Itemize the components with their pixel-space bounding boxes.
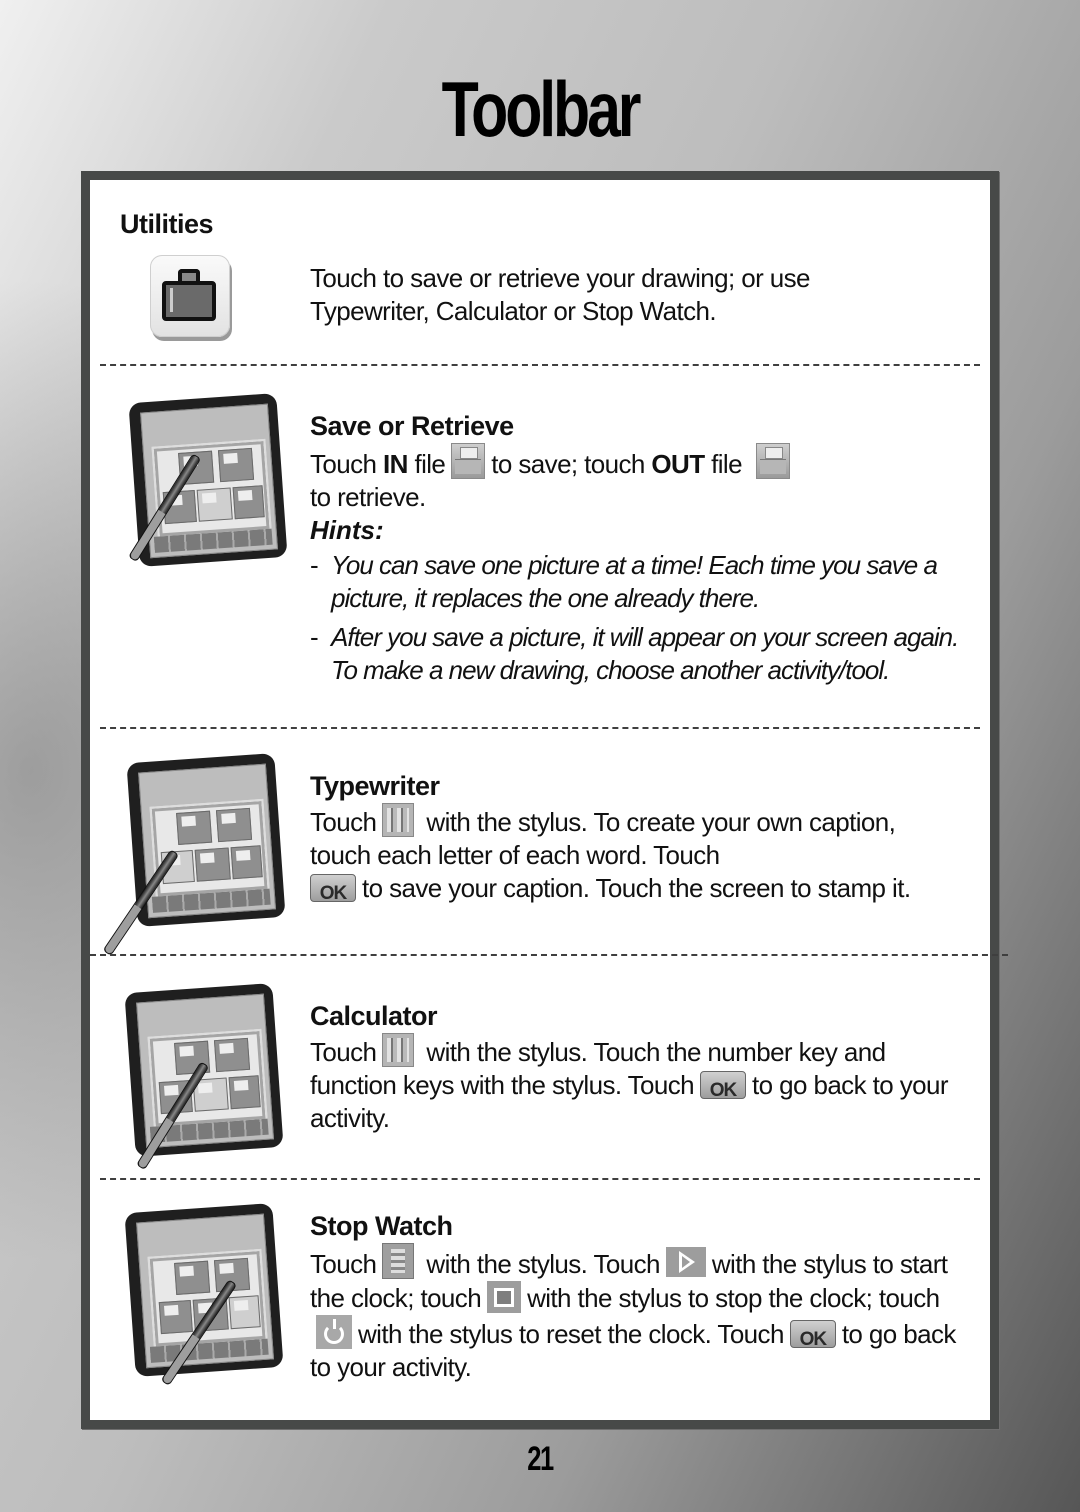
out-file-icon [755,443,790,479]
reset-icon [316,1315,352,1349]
hints-heading: Hints: [310,515,384,545]
text-bold: OUT [651,449,705,479]
device-illustration [102,752,298,956]
ok-label: OK [319,883,348,904]
save-retrieve-instructions: Touch IN file to save; touch OUT file to … [310,443,960,514]
calculator-instructions: Touch with the stylus. Touch the number k… [310,1033,960,1135]
text: Touch [310,449,384,479]
section-utilities: Utilities Touch to save or retrieve your… [90,180,990,370]
hint-item: - You can save one picture at a time! Eac… [310,549,960,615]
calculator-icon [382,1033,415,1067]
briefcase-icon [150,255,230,337]
hint-marker: - [310,622,319,652]
in-file-icon [451,443,486,479]
text-bold: IN [383,449,408,479]
section-calculator: Calculator Touch with the stylus. Touch t… [90,970,990,1180]
section-stopwatch: Stop Watch Touch with the stylus. Touch wi… [90,1190,990,1420]
page-number: 21 [527,1440,554,1478]
hint-item: - After you save a picture, it will appea… [310,621,960,687]
ok-icon: OK [310,874,356,904]
stopwatch-heading: Stop Watch [310,1211,453,1241]
text: Touch [310,1249,377,1279]
calculator-heading: Calculator [310,1001,438,1031]
divider [100,364,980,366]
stopwatch-instructions: Touch with the stylus. Touch with the styl… [310,1243,970,1384]
save-retrieve-heading: Save or Retrieve [310,411,514,441]
device-illustration [120,392,300,572]
text: with the stylus to stop the clock; touch [527,1283,940,1313]
device-illustration [116,982,296,1171]
typewriter-heading: Typewriter [310,771,440,801]
hint-marker: - [310,550,319,580]
divider [100,1178,980,1180]
text: Touch [310,807,377,837]
typewriter-instructions: Touch with the stylus. To create your own… [310,803,960,905]
content-panel: Utilities Touch to save or retrieve your… [81,171,1008,1429]
hint-text: You can save one picture at a time! Each… [331,550,938,613]
ok-label: OK [709,1080,738,1101]
device-illustration [116,1202,296,1386]
divider [100,727,980,729]
stop-icon [487,1281,522,1313]
hint-text: After you save a picture, it will appear… [331,622,959,685]
section-save-retrieve: Save or Retrieve Touch IN file to save; t… [90,380,990,720]
utilities-heading: Utilities [120,209,214,239]
text: with the stylus. Touch [426,1249,660,1279]
divider [90,954,1008,956]
ok-label: OK [799,1329,828,1350]
text: file [407,449,446,479]
text: to retrieve. [310,482,426,512]
page-title: Toolbar [441,65,642,153]
section-typewriter: Typewriter Touch with the stylus. To crea… [90,740,990,956]
ok-icon: OK [789,1320,836,1350]
text: to save your caption. Touch the screen t… [362,873,911,903]
play-icon [665,1247,706,1277]
text: Touch [310,1037,377,1067]
stopwatch-icon [382,1243,415,1279]
utilities-description: Touch to save or retrieve your drawing; … [310,263,810,326]
text: with the stylus to reset the clock. Touc… [358,1319,784,1349]
text: file [704,449,742,479]
ok-icon: OK [700,1071,747,1101]
text: to save; touch [491,449,652,479]
typewriter-icon [382,803,415,837]
briefcase-case [162,281,216,321]
